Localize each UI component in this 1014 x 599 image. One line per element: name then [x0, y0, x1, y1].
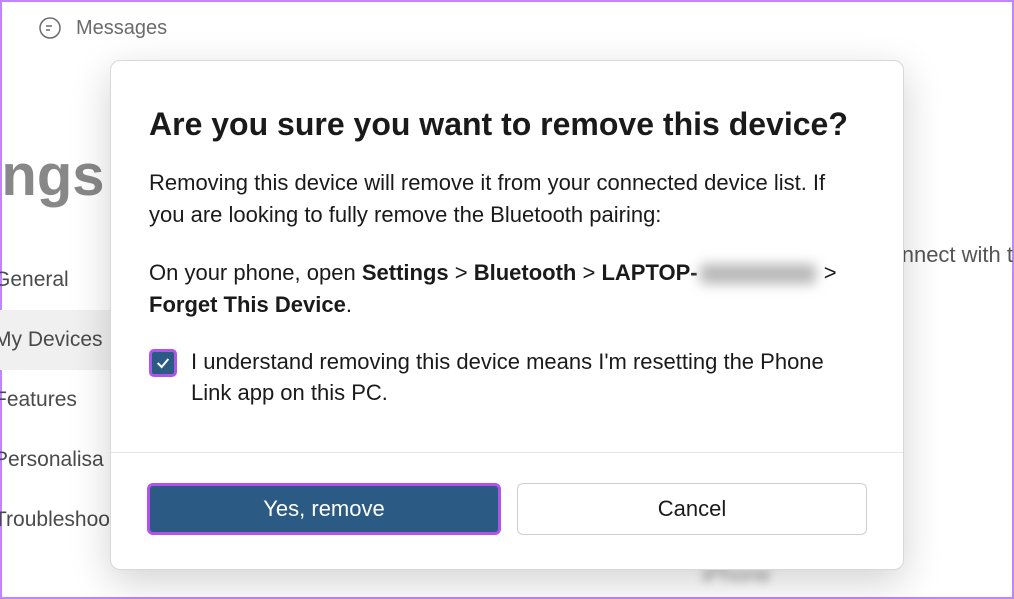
dialog-title: Are you sure you want to remove this dev…: [149, 105, 865, 143]
instr-settings: Settings: [362, 260, 449, 285]
sidebar: General My Devices Features Personalisa …: [2, 250, 120, 550]
sidebar-item-my-devices[interactable]: My Devices: [0, 310, 120, 370]
dialog-instructions: On your phone, open Settings > Bluetooth…: [149, 257, 865, 321]
confirm-checkbox-label: I understand removing this device means …: [191, 347, 865, 409]
instr-bluetooth: Bluetooth: [474, 260, 577, 285]
dialog-overlay: Are you sure you want to remove this dev…: [2, 2, 1012, 597]
messages-icon: [38, 16, 62, 40]
cancel-button[interactable]: Cancel: [517, 483, 867, 535]
remove-device-dialog: Are you sure you want to remove this dev…: [110, 60, 904, 570]
dialog-footer: Yes, remove Cancel: [111, 452, 903, 569]
sidebar-item-personalisation[interactable]: Personalisa: [0, 430, 120, 490]
dialog-body: Are you sure you want to remove this dev…: [111, 61, 903, 452]
header-bar: Messages: [2, 2, 1012, 54]
yes-remove-button[interactable]: Yes, remove: [147, 483, 501, 535]
device-name-redacted: [700, 264, 816, 284]
dialog-description: Removing this device will remove it from…: [149, 167, 865, 231]
sidebar-item-general[interactable]: General: [0, 250, 120, 310]
page-title: tings: [0, 142, 105, 209]
instr-forget: Forget This Device: [149, 292, 346, 317]
sidebar-item-troubleshooting[interactable]: Troubleshoo: [0, 490, 120, 550]
confirm-checkbox-row[interactable]: I understand removing this device means …: [149, 347, 865, 409]
instr-laptop-prefix: LAPTOP-: [601, 260, 697, 285]
check-icon: [155, 355, 171, 371]
content-bg-text: nnect with t: [902, 242, 1013, 268]
confirm-checkbox[interactable]: [149, 349, 177, 377]
instr-prefix: On your phone, open: [149, 260, 362, 285]
sidebar-item-features[interactable]: Features: [0, 370, 120, 430]
header-label[interactable]: Messages: [76, 17, 167, 40]
